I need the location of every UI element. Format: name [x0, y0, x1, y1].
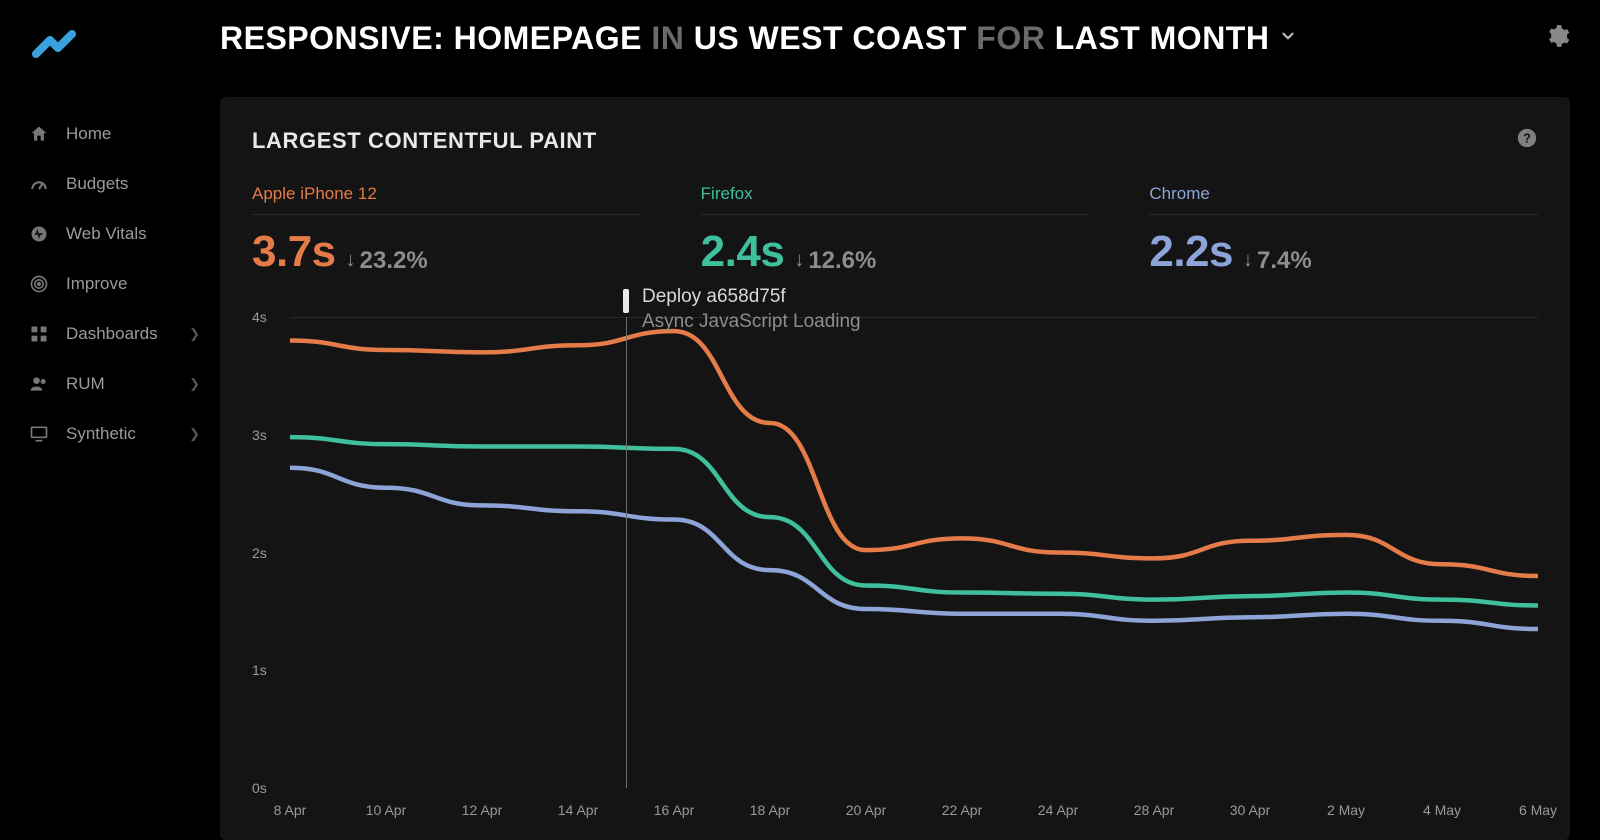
deploy-line — [626, 317, 627, 788]
sidebar-item-label: Dashboards — [66, 324, 158, 344]
card-title: LARGEST CONTENTFUL PAINT — [252, 128, 597, 154]
sidebar: HomeBudgetsWeb VitalsImproveDashboards❯R… — [0, 0, 220, 840]
metric-delta: ↓7.4% — [1243, 247, 1312, 275]
series-chrome — [290, 468, 1538, 629]
users-icon — [28, 373, 50, 395]
chevron-right-icon: ❯ — [189, 376, 200, 392]
lcp-chart: 0s1s2s3s4s8 Apr10 Apr12 Apr14 Apr16 Apr1… — [252, 317, 1538, 816]
x-tick-label: 14 Apr — [558, 802, 598, 818]
y-tick-label: 3s — [252, 427, 267, 443]
x-tick-label: 22 Apr — [942, 802, 982, 818]
x-tick-label: 24 Apr — [1038, 802, 1078, 818]
help-icon[interactable]: ? — [1516, 127, 1538, 154]
sidebar-item-label: RUM — [66, 374, 105, 394]
x-tick-label: 10 Apr — [366, 802, 406, 818]
metric-chrome: Chrome 2.2s ↓7.4% — [1149, 184, 1538, 277]
deploy-annotation: Deploy a658d75fAsync JavaScript Loading — [642, 285, 861, 334]
crumb-for: for — [976, 20, 1045, 56]
metric-value: 2.2s — [1149, 227, 1233, 277]
sidebar-item-label: Web Vitals — [66, 224, 147, 244]
main-content: Responsive: Homepage in US West Coast fo… — [220, 0, 1600, 840]
arrow-down-icon: ↓ — [346, 249, 356, 272]
arrow-down-icon: ↓ — [1243, 249, 1253, 272]
crumb-region: US West Coast — [694, 20, 967, 56]
y-tick-label: 0s — [252, 780, 267, 796]
sidebar-item-budgets[interactable]: Budgets — [0, 159, 220, 209]
metric-label: Apple iPhone 12 — [252, 184, 641, 215]
sidebar-item-web-vitals[interactable]: Web Vitals — [0, 209, 220, 259]
metrics-row: Apple iPhone 12 3.7s ↓23.2% Firefox 2.4s ↓12.… — [252, 184, 1538, 277]
x-tick-label: 6 May — [1519, 802, 1557, 818]
metric-delta: ↓12.6% — [794, 247, 876, 275]
sidebar-item-dashboards[interactable]: Dashboards ❯ — [0, 309, 220, 359]
home-icon — [28, 123, 50, 145]
x-tick-label: 16 Apr — [654, 802, 694, 818]
sidebar-item-label: Budgets — [66, 174, 128, 194]
metric-label: Firefox — [701, 184, 1090, 215]
deploy-marker — [623, 289, 629, 313]
deploy-title: Deploy a658d75f — [642, 285, 861, 310]
x-tick-label: 30 Apr — [1230, 802, 1270, 818]
x-tick-label: 18 Apr — [750, 802, 790, 818]
sidebar-item-home[interactable]: Home — [0, 109, 220, 159]
series-apple-iphone-12 — [290, 331, 1538, 576]
x-tick-label: 12 Apr — [462, 802, 502, 818]
x-tick-label: 8 Apr — [274, 802, 307, 818]
crumb-responsive: Responsive: Homepage — [220, 20, 642, 56]
metric-firefox: Firefox 2.4s ↓12.6% — [701, 184, 1090, 277]
gear-icon[interactable] — [1544, 23, 1570, 54]
crumb-in: in — [651, 20, 684, 56]
chevron-right-icon: ❯ — [189, 426, 200, 442]
metric-delta: ↓23.2% — [346, 247, 428, 275]
chevron-right-icon: ❯ — [189, 326, 200, 342]
header-bar: Responsive: Homepage in US West Coast fo… — [220, 20, 1570, 57]
chevron-down-icon[interactable] — [1279, 27, 1297, 50]
metric-apple-iphone-12: Apple iPhone 12 3.7s ↓23.2% — [252, 184, 641, 277]
x-tick-label: 2 May — [1327, 802, 1365, 818]
metric-label: Chrome — [1149, 184, 1538, 215]
metric-value: 2.4s — [701, 227, 785, 277]
sidebar-item-rum[interactable]: RUM ❯ — [0, 359, 220, 409]
y-tick-label: 4s — [252, 309, 267, 325]
metric-value: 3.7s — [252, 227, 336, 277]
x-tick-label: 4 May — [1423, 802, 1461, 818]
deploy-subtitle: Async JavaScript Loading — [642, 310, 861, 335]
series-firefox — [290, 437, 1538, 605]
sidebar-item-label: Improve — [66, 274, 127, 294]
sidebar-item-label: Synthetic — [66, 424, 136, 444]
breadcrumb[interactable]: Responsive: Homepage in US West Coast fo… — [220, 20, 1269, 57]
y-tick-label: 1s — [252, 662, 267, 678]
svg-text:?: ? — [1523, 131, 1531, 146]
y-tick-label: 2s — [252, 545, 267, 561]
x-tick-label: 20 Apr — [846, 802, 886, 818]
sidebar-item-label: Home — [66, 124, 111, 144]
x-tick-label: 28 Apr — [1134, 802, 1174, 818]
grid-icon — [28, 323, 50, 345]
vitals-icon — [28, 223, 50, 245]
arrow-down-icon: ↓ — [794, 249, 804, 272]
lcp-card: LARGEST CONTENTFUL PAINT ? Apple iPhone … — [220, 97, 1570, 840]
gauge-icon — [28, 173, 50, 195]
crumb-range: last month — [1055, 20, 1270, 56]
sidebar-item-synthetic[interactable]: Synthetic ❯ — [0, 409, 220, 459]
app-logo — [0, 18, 220, 109]
monitor-icon — [28, 423, 50, 445]
sidebar-item-improve[interactable]: Improve — [0, 259, 220, 309]
target-icon — [28, 273, 50, 295]
